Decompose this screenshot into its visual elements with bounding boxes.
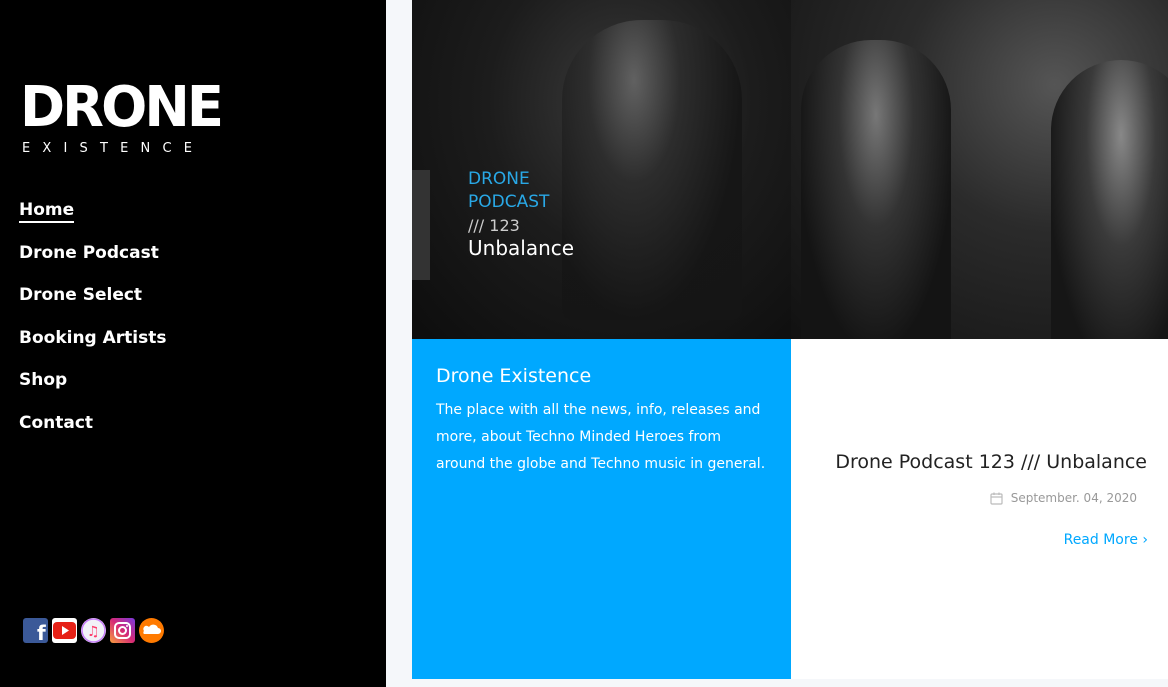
- youtube-icon[interactable]: [52, 618, 77, 643]
- read-more-link[interactable]: Read More ›: [1064, 532, 1148, 548]
- nav-item-home[interactable]: Home: [19, 200, 75, 223]
- site-logo[interactable]: DRONE EXISTENCE: [20, 80, 224, 158]
- cover-title: Unbalance: [468, 236, 575, 260]
- post-title[interactable]: Drone Podcast 123 /// Unbalance: [835, 451, 1147, 473]
- svg-text:f: f: [37, 621, 46, 643]
- cover-text: DRONE PODCAST /// 123: [468, 168, 549, 237]
- artist-figure-left: [801, 40, 951, 339]
- post-date-text: September. 04, 2020: [1010, 491, 1137, 505]
- logo-subtitle: EXISTENCE: [22, 141, 205, 156]
- main-nav: Home Drone Podcast Drone Select Booking …: [19, 200, 167, 455]
- sidebar: DRONE EXISTENCE Home Drone Podcast Drone…: [0, 0, 386, 687]
- intro-title: Drone Existence: [436, 365, 592, 387]
- artist-figure-right: [1051, 60, 1168, 339]
- soundcloud-icon[interactable]: [139, 618, 164, 643]
- nav-item-booking-artists[interactable]: Booking Artists: [19, 328, 167, 349]
- nav-item-drone-podcast[interactable]: Drone Podcast: [19, 243, 159, 264]
- social-links: f ♫: [23, 618, 164, 643]
- svg-text:♫: ♫: [87, 624, 100, 640]
- nav-item-shop[interactable]: Shop: [19, 370, 67, 391]
- cover-line-drone: DRONE: [468, 169, 530, 189]
- cover-panel: [412, 170, 430, 280]
- cover-line-podcast: PODCAST: [468, 192, 550, 212]
- artist-photo[interactable]: [791, 0, 1168, 339]
- read-more-label: Read More: [1063, 532, 1138, 548]
- calendar-icon: [990, 492, 1003, 505]
- nav-item-drone-select[interactable]: Drone Select: [19, 285, 142, 306]
- post-date: September. 04, 2020: [990, 491, 1137, 505]
- nav-item-contact[interactable]: Contact: [19, 413, 93, 434]
- chevron-right-icon: ›: [1142, 532, 1148, 548]
- cover-line-number: /// 123: [468, 216, 520, 235]
- facebook-icon[interactable]: f: [23, 618, 48, 643]
- podcast-cover-image[interactable]: DRONE PODCAST /// 123 Unbalance: [412, 0, 791, 339]
- instagram-icon[interactable]: [110, 618, 135, 643]
- intro-card: Drone Existence The place with all the n…: [412, 339, 791, 679]
- main-content: DRONE PODCAST /// 123 Unbalance Drone Ex…: [412, 0, 1168, 679]
- itunes-icon[interactable]: ♫: [81, 618, 106, 643]
- logo-word: DRONE: [20, 75, 224, 140]
- dj-silhouette: [562, 20, 742, 320]
- post-card: Drone Podcast 123 /// Unbalance Septembe…: [791, 339, 1168, 679]
- intro-text: The place with all the news, info, relea…: [436, 402, 766, 472]
